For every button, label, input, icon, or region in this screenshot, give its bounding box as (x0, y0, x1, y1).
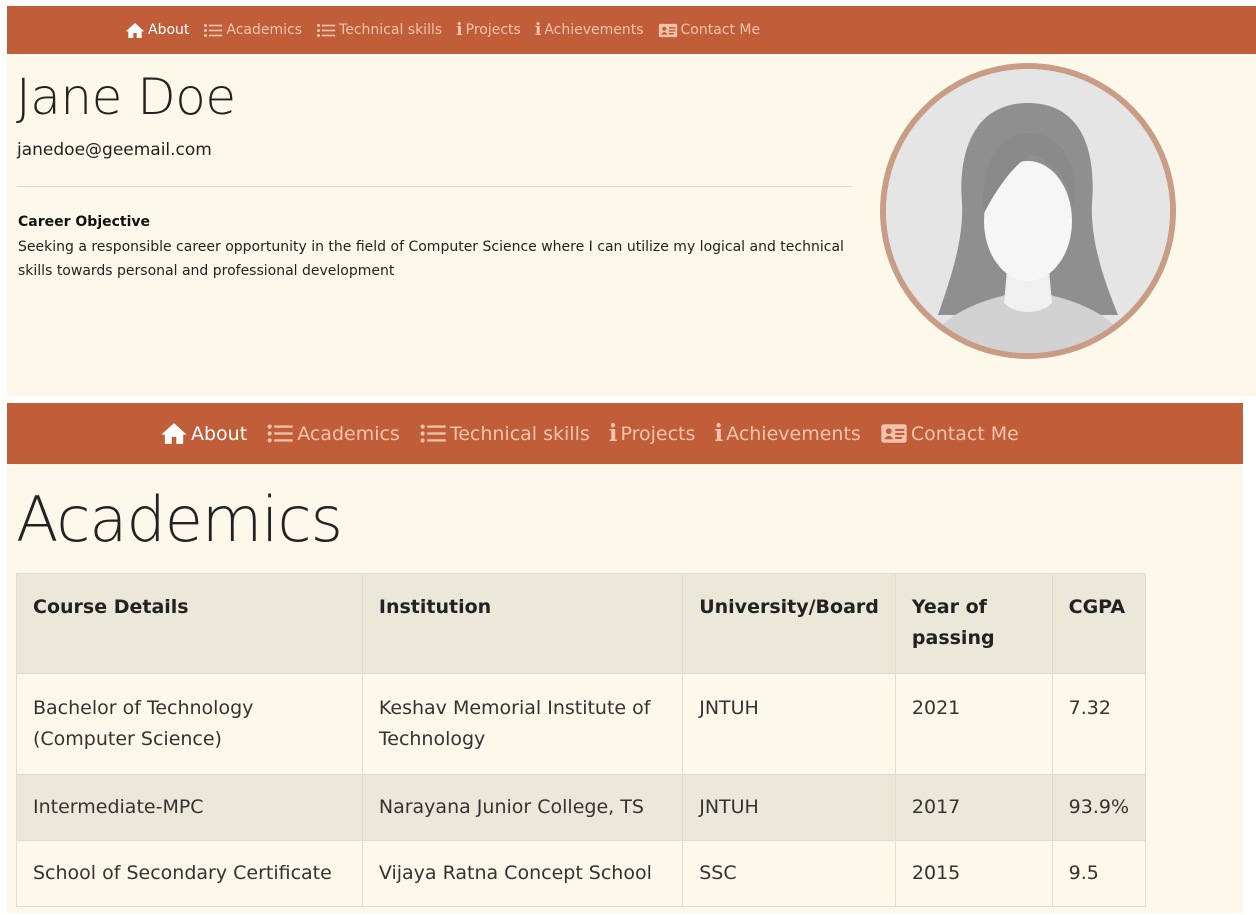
column-header: CGPA (1051, 573, 1147, 674)
nav-academics-label: Academics (297, 422, 400, 445)
table-cell: SSC (682, 840, 896, 907)
academics-table: Course Details Institution University/Bo… (16, 573, 1147, 907)
table-cell: JNTUH (682, 673, 896, 775)
table-header-row: Course Details Institution University/Bo… (16, 573, 1147, 674)
table-row: School of Secondary Certificate Vijaya R… (16, 840, 1147, 907)
info-icon: i (534, 20, 542, 40)
nav-technical-skills[interactable]: Technical skills (419, 422, 590, 445)
profile-name: Jane Doe (16, 68, 236, 126)
divider (17, 186, 852, 187)
nav-achievements-label: Achievements (726, 422, 861, 445)
table-cell: 9.5 (1051, 840, 1147, 907)
info-icon: i (608, 420, 618, 447)
nav-contact-me[interactable]: Contact Me (880, 422, 1019, 445)
nav-projects-label: Projects (620, 422, 696, 445)
nav-academics[interactable]: Academics (266, 422, 400, 445)
nav-about[interactable]: About (125, 22, 189, 39)
contact-card-icon (658, 22, 678, 39)
table-cell: 2017 (894, 774, 1053, 841)
nav-about-label: About (148, 22, 190, 38)
profile-avatar (880, 63, 1176, 359)
nav-contact-me[interactable]: Contact Me (658, 22, 761, 39)
academics-title: Academics (16, 483, 343, 556)
profile-email: janedoe@geemail.com (17, 140, 212, 160)
table-cell: 93.9% (1051, 774, 1147, 841)
table-row: Bachelor of Technology (Computer Science… (16, 673, 1147, 775)
nav-about[interactable]: About (160, 422, 247, 445)
career-objective-text: Seeking a responsible career opportunity… (18, 239, 844, 279)
academics-panel: About Academics Technical skills i Proje… (7, 403, 1243, 913)
table-row: Intermediate-MPC Narayana Junior College… (16, 774, 1147, 841)
info-icon: i (456, 20, 463, 40)
nav-technical-skills-label: Technical skills (449, 422, 590, 445)
avatar-placeholder-icon (886, 69, 1170, 353)
nav-contact-me-label: Contact Me (680, 22, 761, 38)
home-icon (125, 22, 145, 39)
table-cell: 2015 (894, 840, 1053, 907)
table-cell: Keshav Memorial Institute of Technology (361, 673, 684, 775)
career-objective-heading: Career Objective (18, 214, 151, 230)
column-header: Year of passing (894, 573, 1053, 674)
nav-projects[interactable]: i Projects (456, 20, 521, 40)
list-icon (266, 422, 294, 445)
nav-academics[interactable]: Academics (203, 22, 302, 39)
table-cell: Vijaya Ratna Concept School (361, 840, 684, 907)
column-header: Course Details (16, 573, 363, 674)
table-cell: Narayana Junior College, TS (361, 774, 684, 841)
list-icon (203, 22, 223, 39)
table-cell: Bachelor of Technology (Computer Science… (16, 673, 363, 775)
nav-achievements-label: Achievements (544, 22, 644, 38)
column-header: University/Board (682, 573, 896, 674)
nav-achievements[interactable]: i Achievements (535, 20, 644, 40)
table-cell: 7.32 (1051, 673, 1147, 775)
info-icon: i (714, 420, 724, 447)
main-navbar: About Academics Technical skills i Proje… (7, 403, 1243, 464)
list-icon (419, 422, 447, 445)
nav-contact-me-label: Contact Me (910, 422, 1019, 445)
column-header: Institution (361, 573, 684, 674)
contact-card-icon (880, 422, 908, 445)
home-icon (160, 422, 188, 445)
nav-about-label: About (191, 422, 248, 445)
profile-panel: About Academics Technical skills i Proje… (7, 6, 1256, 396)
nav-projects[interactable]: i Projects (609, 420, 696, 447)
table-cell: Intermediate-MPC (16, 774, 363, 841)
nav-academics-label: Academics (226, 22, 303, 38)
nav-achievements[interactable]: i Achievements (714, 420, 860, 447)
nav-projects-label: Projects (465, 22, 521, 38)
table-cell: School of Secondary Certificate (16, 840, 363, 907)
list-icon (316, 22, 336, 39)
top-navbar: About Academics Technical skills i Proje… (7, 6, 1256, 54)
table-cell: 2021 (894, 673, 1053, 775)
nav-technical-skills-label: Technical skills (339, 22, 443, 38)
nav-technical-skills[interactable]: Technical skills (316, 22, 442, 39)
table-cell: JNTUH (682, 774, 896, 841)
